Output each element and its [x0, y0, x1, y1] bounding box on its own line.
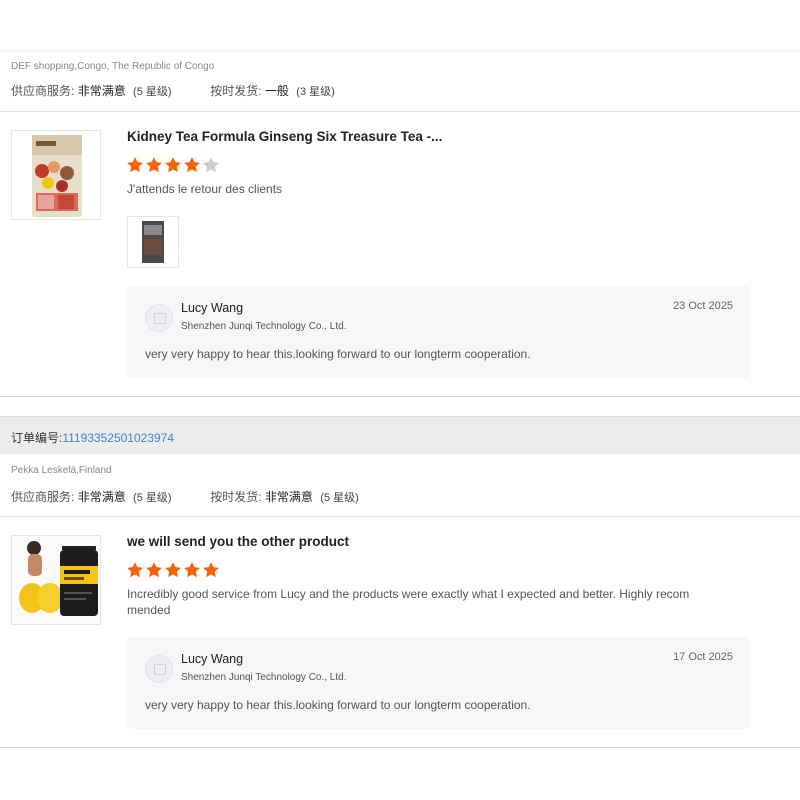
- order-number: 订单编号:11193352501023974: [11, 429, 174, 446]
- star-filled-icon: [146, 562, 162, 578]
- supplier-service-label: 供应商服务:: [11, 490, 75, 504]
- reply-company: Shenzhen Junqi Technology Co., Ltd.: [181, 321, 347, 332]
- star-filled-icon: [184, 157, 200, 173]
- star-empty-icon: [203, 157, 219, 173]
- seller-reply: Lucy Wang Shenzhen Junqi Technology Co.,…: [127, 286, 751, 378]
- review-text: J'attends le retour des clients: [127, 182, 283, 196]
- review-text: Incredibly good service from Lucy and th…: [127, 587, 690, 617]
- order-bar: 订单编号:11193352501023974: [0, 416, 800, 454]
- divider: [0, 396, 800, 397]
- supplier-service-value: 非常满意: [77, 84, 126, 98]
- star-rating: [126, 156, 220, 174]
- on-time-level: (5 星级): [320, 492, 359, 504]
- on-time-value: 非常满意: [264, 490, 313, 504]
- supplier-service-value: 非常满意: [77, 490, 126, 504]
- reply-author-name: Lucy Wang: [181, 301, 244, 315]
- order-number-link[interactable]: 11193352501023974: [62, 431, 174, 445]
- supplier-service-label: 供应商服务:: [11, 84, 75, 98]
- star-filled-icon: [165, 562, 181, 578]
- star-filled-icon: [184, 562, 200, 578]
- review-photo[interactable]: [127, 216, 179, 268]
- reply-author-name: Lucy Wang: [181, 652, 244, 666]
- star-filled-icon: [127, 157, 143, 173]
- star-filled-icon: [146, 157, 162, 173]
- top-header-strip: [0, 0, 800, 50]
- product-thumbnail[interactable]: [11, 535, 101, 625]
- star-filled-icon: [203, 562, 219, 578]
- on-time-value: 一般: [264, 84, 289, 98]
- supplier-service-level: (5 星级): [133, 86, 172, 98]
- reply-date: 23 Oct 2025: [673, 300, 733, 312]
- buyer-name: Pekka Leskelä,Finland: [11, 465, 112, 476]
- supplier-service-level: (5 星级): [133, 492, 172, 504]
- seller-ratings-row: 供应商服务: 非常满意 (5 星级) 按时发货: 一般 (3 星级): [11, 82, 335, 99]
- order-number-label: 订单编号:: [11, 431, 63, 445]
- divider: [0, 516, 800, 517]
- review-title[interactable]: we will send you the other product: [127, 534, 349, 549]
- review-title[interactable]: Kidney Tea Formula Ginseng Six Treasure …: [127, 129, 442, 144]
- tea-bag-package-icon: [32, 135, 82, 217]
- reply-date: 17 Oct 2025: [673, 651, 733, 663]
- on-time-level: (3 星级): [296, 86, 335, 98]
- seller-ratings-row: 供应商服务: 非常满意 (5 星级) 按时发货: 非常满意 (5 星级): [11, 488, 359, 505]
- seller-reply: Lucy Wang Shenzhen Junqi Technology Co.,…: [127, 637, 751, 729]
- reply-message: very very happy to hear this.looking for…: [145, 698, 531, 712]
- avatar: [145, 304, 173, 332]
- divider: [0, 747, 800, 748]
- product-thumbnail[interactable]: [11, 130, 101, 220]
- star-filled-icon: [127, 562, 143, 578]
- on-time-label: 按时发货:: [210, 490, 262, 504]
- star-rating: [126, 561, 220, 579]
- buyer-name: DEF shopping,Congo, The Republic of Cong…: [11, 61, 215, 72]
- star-filled-icon: [165, 157, 181, 173]
- hip-butt-supplement-icon: [12, 536, 100, 624]
- divider: [0, 111, 800, 112]
- avatar: [145, 655, 173, 683]
- on-time-label: 按时发货:: [210, 84, 262, 98]
- reply-company: Shenzhen Junqi Technology Co., Ltd.: [181, 672, 347, 683]
- reply-message: very very happy to hear this.looking for…: [145, 347, 531, 361]
- review-photo-image-icon: [142, 221, 164, 263]
